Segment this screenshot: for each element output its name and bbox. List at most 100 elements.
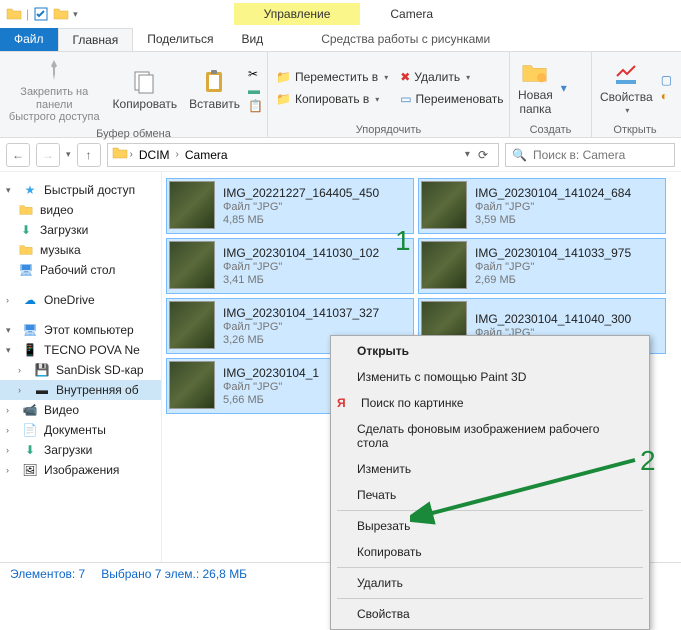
file-info: IMG_20230104_1 Файл "JPG" 5,66 МБ xyxy=(223,361,319,411)
file-item[interactable]: IMG_20230104_141030_102 Файл "JPG" 3,41 … xyxy=(166,238,414,294)
copy-icon xyxy=(131,68,159,96)
sidebar-item-tecno[interactable]: ▾📱TECNO POVA Ne xyxy=(0,340,161,360)
move-to-button[interactable]: 📁Переместить в▾ xyxy=(272,69,392,85)
ribbon-tabs: Файл Главная Поделиться Вид Средства раб… xyxy=(0,28,681,52)
file-name: IMG_20230104_141033_975 xyxy=(475,246,631,260)
file-size: 3,59 МБ xyxy=(475,214,631,226)
sidebar-item-images[interactable]: ›🖼Изображения xyxy=(0,460,161,480)
manage-contextual-tab[interactable]: Управление xyxy=(234,3,361,25)
quick-access-toolbar: | ▾ xyxy=(0,6,84,22)
nav-up-button[interactable]: ↑ xyxy=(77,143,101,167)
ctx-copy[interactable]: Копировать xyxy=(333,539,647,565)
checkbox-icon[interactable] xyxy=(33,6,49,22)
open-icon[interactable]: ▢ xyxy=(661,73,672,87)
chevron-down-icon: ▾ xyxy=(375,95,379,104)
sidebar-item-downloads2[interactable]: ›⬇Загрузки xyxy=(0,440,161,460)
sidebar-item-desktop[interactable]: 🖥Рабочий стол xyxy=(0,260,161,280)
qat-dropdown-icon[interactable]: ▾ xyxy=(73,9,78,20)
delete-icon: ✖ xyxy=(400,70,410,84)
breadcrumb-dcim[interactable]: DCIM xyxy=(135,148,174,162)
ribbon: Закрепить на панели быстрого доступа Коп… xyxy=(0,52,681,138)
ctx-open[interactable]: Открыть xyxy=(333,338,647,364)
new-folder-button[interactable]: Новая папка xyxy=(514,57,557,119)
ctx-properties[interactable]: Свойства xyxy=(333,601,647,627)
sidebar-quick-access[interactable]: ▾★Быстрый доступ xyxy=(0,180,161,200)
history-icon[interactable]: ◐ xyxy=(661,89,672,103)
sidebar-item-downloads[interactable]: ⬇Загрузки xyxy=(0,220,161,240)
folder-icon[interactable] xyxy=(6,6,22,22)
rename-icon: ▭ xyxy=(400,92,411,106)
tab-file[interactable]: Файл xyxy=(0,28,58,51)
nav-forward-button[interactable]: → xyxy=(36,143,60,167)
nav-recent-icon[interactable]: ▾ xyxy=(66,149,71,160)
sidebar-item-documents[interactable]: ›📄Документы xyxy=(0,420,161,440)
breadcrumb-camera[interactable]: Camera xyxy=(181,148,232,162)
tab-share[interactable]: Поделиться xyxy=(133,28,227,51)
file-name: IMG_20230104_141040_300 xyxy=(475,312,631,326)
refresh-icon[interactable]: ⟳ xyxy=(472,148,494,162)
file-name: IMG_20230104_1 xyxy=(223,366,319,380)
properties-button[interactable]: Свойства ▾ xyxy=(596,59,657,118)
folder-small-icon[interactable] xyxy=(53,6,69,22)
file-type: Файл "JPG" xyxy=(223,321,379,333)
file-item[interactable]: IMG_20230104_141033_975 Файл "JPG" 2,69 … xyxy=(418,238,666,294)
storage-icon: ▬ xyxy=(34,382,50,398)
file-item[interactable]: IMG_20230104_141024_684 Файл "JPG" 3,59 … xyxy=(418,178,666,234)
file-name: IMG_20221227_164405_450 xyxy=(223,186,379,200)
move-to-icon: 📁 xyxy=(276,70,291,84)
tab-view[interactable]: Вид xyxy=(227,28,277,51)
clipboard-extra: ✂ ▬ 📋 xyxy=(248,67,263,113)
sidebar-this-pc[interactable]: ▾🖥Этот компьютер xyxy=(0,320,161,340)
file-thumbnail xyxy=(169,241,215,289)
search-input[interactable] xyxy=(533,148,668,162)
file-type: Файл "JPG" xyxy=(223,381,319,393)
rename-button[interactable]: ▭Переименовать xyxy=(396,91,507,107)
chevron-down-icon[interactable]: ▾ xyxy=(465,149,470,160)
pictures-icon: 🖼 xyxy=(22,462,38,478)
pin-quick-access-button[interactable]: Закрепить на панели быстрого доступа xyxy=(4,54,105,126)
annotation-arrow xyxy=(410,450,640,530)
sidebar-item-sandisk[interactable]: ›💾SanDisk SD-кар xyxy=(0,360,161,380)
sidebar-item-music[interactable]: музыка xyxy=(0,240,161,260)
properties-icon xyxy=(612,61,640,89)
copy-to-button[interactable]: 📁Копировать в▾ xyxy=(272,91,392,107)
status-item-count: Элементов: 7 xyxy=(10,567,85,581)
chevron-right-icon[interactable]: › xyxy=(130,149,133,160)
star-icon: ★ xyxy=(22,182,38,198)
sidebar-item-video[interactable]: видео xyxy=(0,200,161,220)
sidebar-item-internal[interactable]: ›▬Внутренняя об xyxy=(0,380,161,400)
downloads-icon: ⬇ xyxy=(18,222,34,238)
file-info: IMG_20230104_141033_975 Файл "JPG" 2,69 … xyxy=(475,241,631,291)
address-bar: ← → ▾ ↑ › DCIM › Camera ▾ ⟳ 🔍 xyxy=(0,138,681,172)
delete-button[interactable]: ✖Удалить▾ xyxy=(396,69,507,85)
tab-home[interactable]: Главная xyxy=(58,28,134,51)
group-new-label: Создать xyxy=(514,122,587,137)
new-item-extra[interactable]: ▾ xyxy=(561,81,567,95)
copy-to-icon: 📁 xyxy=(276,92,291,106)
ctx-paint3d[interactable]: Изменить с помощью Paint 3D xyxy=(333,364,647,390)
paste-button[interactable]: Вставить xyxy=(185,66,244,114)
breadcrumb[interactable]: › DCIM › Camera ▾ ⟳ xyxy=(107,143,499,167)
nav-back-button[interactable]: ← xyxy=(6,143,30,167)
chevron-right-icon[interactable]: › xyxy=(176,149,179,160)
file-name: IMG_20230104_141037_327 xyxy=(223,306,379,320)
file-thumbnail xyxy=(421,181,467,229)
paste-icon xyxy=(201,68,229,96)
tab-picture-tools[interactable]: Средства работы с рисунками xyxy=(307,28,504,51)
ctx-yandex-search[interactable]: ЯПоиск по картинке xyxy=(333,390,647,416)
copy-button[interactable]: Копировать xyxy=(109,66,182,114)
sidebar-item-videos[interactable]: ›📹Видео xyxy=(0,400,161,420)
file-size: 2,69 МБ xyxy=(475,274,631,286)
cut-icon[interactable]: ✂ xyxy=(248,67,263,81)
sidebar-onedrive[interactable]: ›☁OneDrive xyxy=(0,290,161,310)
ctx-separator xyxy=(337,598,643,599)
file-info: IMG_20230104_141024_684 Файл "JPG" 3,59 … xyxy=(475,181,631,231)
paste-shortcut-icon[interactable]: 📋 xyxy=(248,99,263,113)
copy-path-icon[interactable]: ▬ xyxy=(248,83,263,97)
group-clipboard-label: Буфер обмена xyxy=(4,126,263,141)
downloads-icon: ⬇ xyxy=(22,442,38,458)
file-type: Файл "JPG" xyxy=(223,261,379,273)
search-box[interactable]: 🔍 xyxy=(505,143,675,167)
ctx-delete[interactable]: Удалить xyxy=(333,570,647,596)
file-item[interactable]: IMG_20221227_164405_450 Файл "JPG" 4,85 … xyxy=(166,178,414,234)
